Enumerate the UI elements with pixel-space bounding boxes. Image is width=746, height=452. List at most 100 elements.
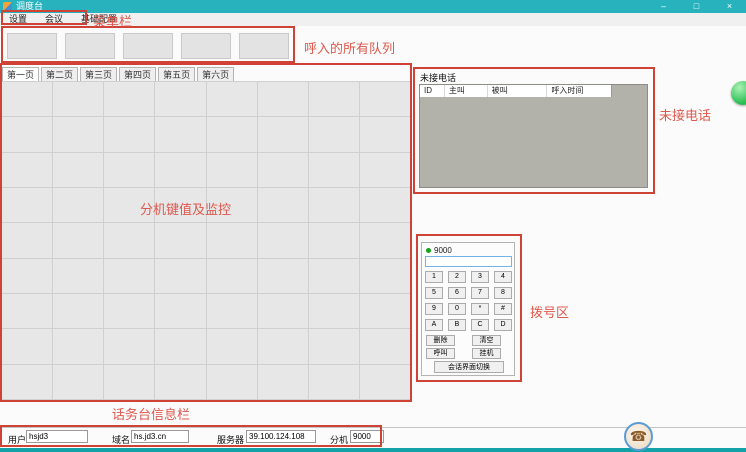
- grid-cell[interactable]: [104, 223, 154, 257]
- tab-page-4[interactable]: 第四页: [119, 67, 156, 81]
- domain-input[interactable]: [131, 430, 189, 443]
- grid-cell[interactable]: [360, 329, 410, 363]
- grid-cell[interactable]: [207, 117, 257, 151]
- grid-cell[interactable]: [258, 223, 308, 257]
- close-button[interactable]: ×: [713, 0, 746, 13]
- queue-box[interactable]: [7, 33, 57, 59]
- grid-cell[interactable]: [360, 223, 410, 257]
- grid-cell[interactable]: [2, 294, 52, 328]
- grid-cell[interactable]: [258, 259, 308, 293]
- grid-cell[interactable]: [155, 188, 205, 222]
- grid-cell[interactable]: [155, 153, 205, 187]
- grid-cell[interactable]: [309, 329, 359, 363]
- grid-cell[interactable]: [104, 329, 154, 363]
- dialpad-key-C[interactable]: C: [471, 319, 489, 331]
- extension-input[interactable]: [350, 430, 384, 443]
- grid-cell[interactable]: [53, 294, 103, 328]
- grid-cell[interactable]: [104, 82, 154, 116]
- grid-cell[interactable]: [360, 294, 410, 328]
- grid-cell[interactable]: [155, 82, 205, 116]
- queue-box[interactable]: [239, 33, 289, 59]
- grid-cell[interactable]: [258, 82, 308, 116]
- grid-cell[interactable]: [360, 117, 410, 151]
- queue-box[interactable]: [123, 33, 173, 59]
- grid-cell[interactable]: [53, 223, 103, 257]
- grid-cell[interactable]: [53, 329, 103, 363]
- grid-cell[interactable]: [309, 294, 359, 328]
- dialpad-key-2[interactable]: 2: [448, 271, 466, 283]
- phone-icon[interactable]: ☎: [624, 422, 653, 451]
- grid-cell[interactable]: [155, 294, 205, 328]
- grid-cell[interactable]: [2, 153, 52, 187]
- grid-cell[interactable]: [53, 82, 103, 116]
- grid-cell[interactable]: [309, 365, 359, 399]
- grid-cell[interactable]: [2, 223, 52, 257]
- grid-cell[interactable]: [104, 259, 154, 293]
- column-header-call-time[interactable]: 呼入时间: [547, 85, 611, 97]
- grid-cell[interactable]: [360, 259, 410, 293]
- dialpad-key-4[interactable]: 4: [494, 271, 512, 283]
- maximize-button[interactable]: □: [680, 0, 713, 13]
- grid-cell[interactable]: [104, 365, 154, 399]
- session-switch-button[interactable]: 会话界面切换: [434, 361, 504, 373]
- column-header-caller[interactable]: 主叫: [445, 85, 488, 97]
- grid-cell[interactable]: [207, 223, 257, 257]
- grid-cell[interactable]: [309, 223, 359, 257]
- grid-cell[interactable]: [2, 188, 52, 222]
- grid-cell[interactable]: [155, 223, 205, 257]
- grid-cell[interactable]: [258, 117, 308, 151]
- grid-cell[interactable]: [309, 259, 359, 293]
- grid-cell[interactable]: [53, 117, 103, 151]
- menu-item-settings[interactable]: 设置: [0, 13, 36, 26]
- grid-cell[interactable]: [207, 188, 257, 222]
- dialpad-key-*[interactable]: *: [471, 303, 489, 315]
- minimize-button[interactable]: –: [647, 0, 680, 13]
- grid-cell[interactable]: [207, 82, 257, 116]
- grid-cell[interactable]: [360, 82, 410, 116]
- grid-cell[interactable]: [2, 259, 52, 293]
- grid-cell[interactable]: [53, 188, 103, 222]
- menu-item-conference[interactable]: 会议: [36, 13, 72, 26]
- dialpad-key-8[interactable]: 8: [494, 287, 512, 299]
- tab-page-5[interactable]: 第五页: [158, 67, 195, 81]
- dialpad-key-5[interactable]: 5: [425, 287, 443, 299]
- dialpad-key-D[interactable]: D: [494, 319, 512, 331]
- column-header-callee[interactable]: 被叫: [488, 85, 548, 97]
- grid-cell[interactable]: [104, 117, 154, 151]
- tab-page-6[interactable]: 第六页: [197, 67, 234, 81]
- dialpad-key-0[interactable]: 0: [448, 303, 466, 315]
- grid-cell[interactable]: [155, 329, 205, 363]
- grid-cell[interactable]: [2, 365, 52, 399]
- grid-cell[interactable]: [155, 365, 205, 399]
- grid-cell[interactable]: [360, 188, 410, 222]
- grid-cell[interactable]: [155, 259, 205, 293]
- grid-cell[interactable]: [207, 153, 257, 187]
- grid-cell[interactable]: [2, 82, 52, 116]
- hangup-button[interactable]: 挂机: [472, 348, 501, 359]
- user-input[interactable]: [26, 430, 88, 443]
- grid-cell[interactable]: [360, 365, 410, 399]
- dialpad-key-#[interactable]: #: [494, 303, 512, 315]
- queue-box[interactable]: [181, 33, 231, 59]
- tab-page-2[interactable]: 第二页: [41, 67, 78, 81]
- grid-cell[interactable]: [2, 117, 52, 151]
- grid-cell[interactable]: [309, 117, 359, 151]
- clear-button[interactable]: 清空: [472, 335, 501, 346]
- grid-cell[interactable]: [104, 153, 154, 187]
- tab-page-1[interactable]: 第一页: [2, 67, 39, 81]
- grid-cell[interactable]: [258, 365, 308, 399]
- dialpad-key-A[interactable]: A: [425, 319, 443, 331]
- dialpad-key-B[interactable]: B: [448, 319, 466, 331]
- grid-cell[interactable]: [207, 329, 257, 363]
- grid-cell[interactable]: [104, 294, 154, 328]
- grid-cell[interactable]: [258, 329, 308, 363]
- grid-cell[interactable]: [104, 188, 154, 222]
- grid-cell[interactable]: [2, 329, 52, 363]
- grid-cell[interactable]: [207, 294, 257, 328]
- column-header-id[interactable]: ID: [420, 85, 445, 97]
- dialpad-key-1[interactable]: 1: [425, 271, 443, 283]
- grid-cell[interactable]: [53, 365, 103, 399]
- call-button[interactable]: 呼叫: [426, 348, 455, 359]
- grid-cell[interactable]: [309, 82, 359, 116]
- menu-item-basic-config[interactable]: 基础配置: [72, 13, 126, 26]
